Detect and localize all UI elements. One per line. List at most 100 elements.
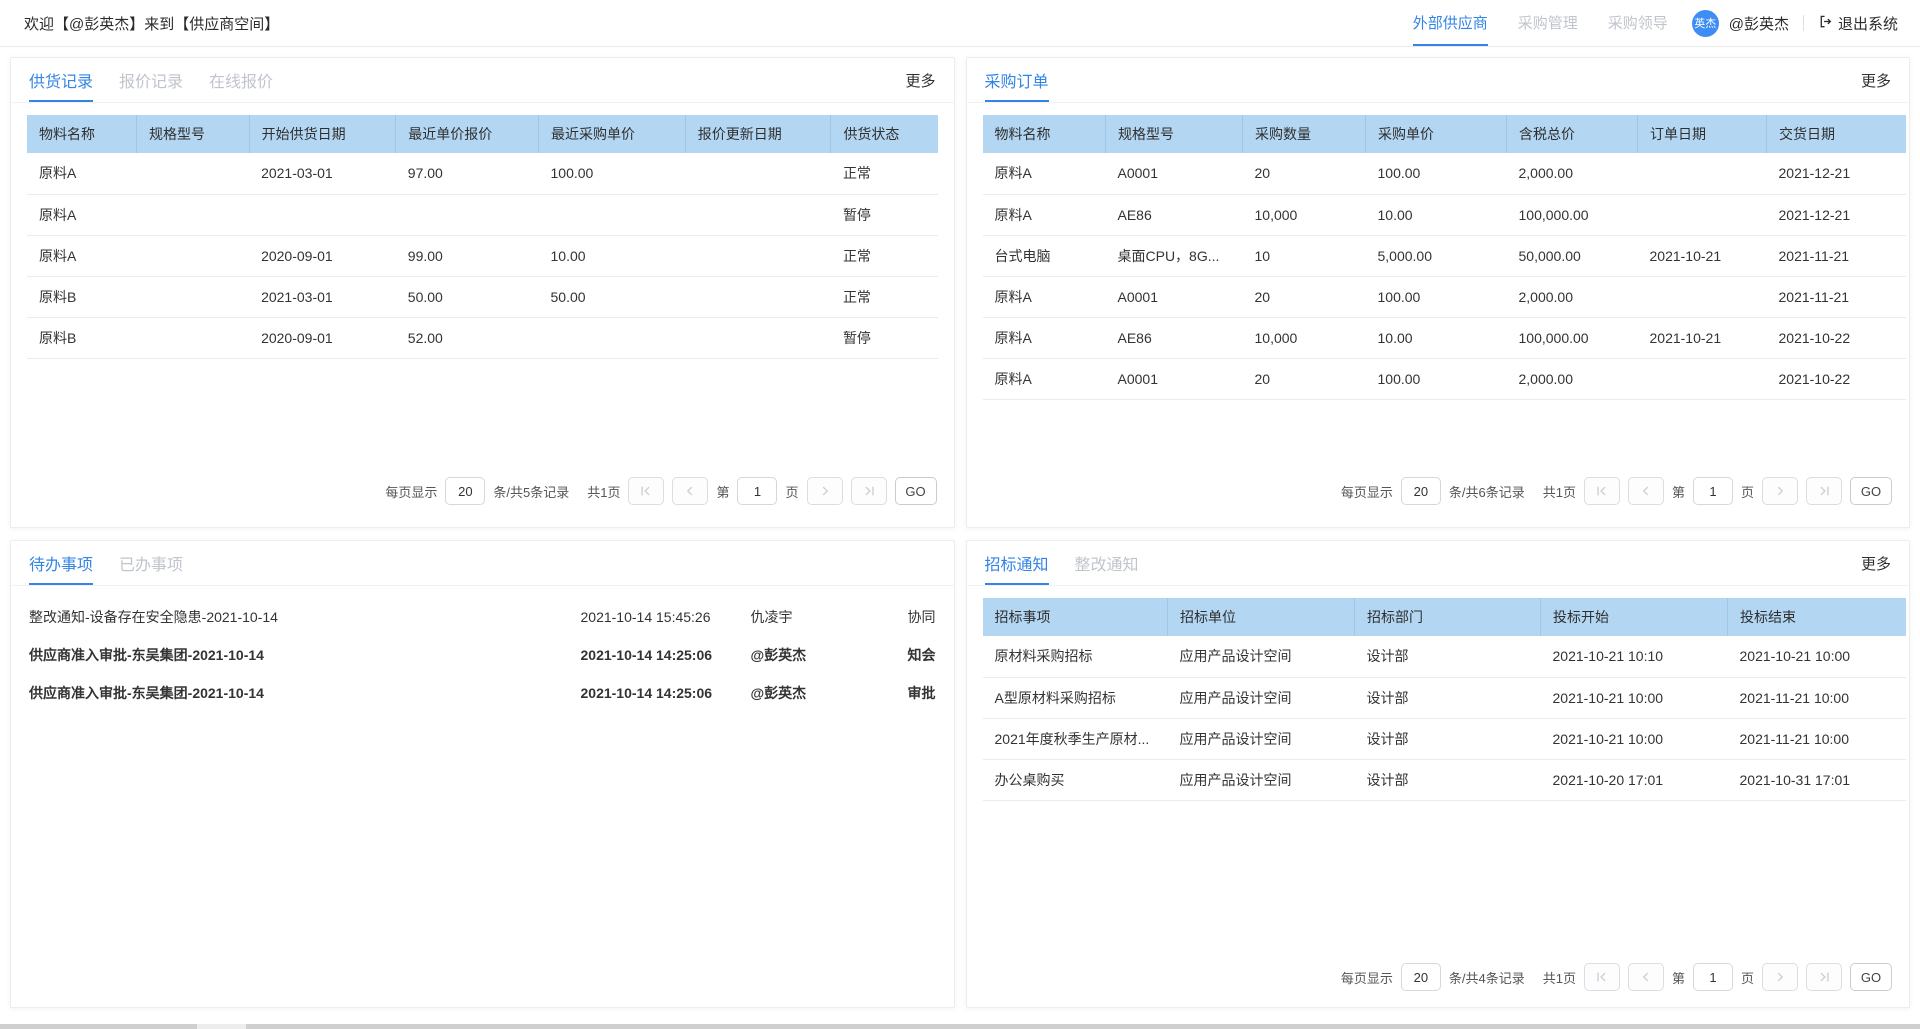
column-header: 投标开始 (1541, 598, 1728, 636)
cell: 2021-03-01 (249, 276, 396, 317)
last-page-button[interactable] (1806, 477, 1842, 505)
nav-item-procurement-leader[interactable]: 采购领导 (1608, 0, 1668, 46)
total-pages-label: 共1页 (1543, 968, 1576, 987)
page-input[interactable] (1693, 477, 1733, 505)
table-row[interactable]: 原料A2020-09-0199.0010.00正常 (27, 235, 938, 276)
bids-pagination: 每页显示 条/共4条记录 共1页 第 页 GO (967, 963, 1910, 991)
cell: 2021-10-22 (1767, 358, 1906, 399)
table-row[interactable]: 原料AA000120100.002,000.002021-12-21 (983, 153, 1906, 194)
todo-action-tag: 审批 (876, 683, 936, 703)
nav-item-external-supplier[interactable]: 外部供应商 (1413, 0, 1488, 46)
cell: 台式电脑 (983, 235, 1106, 276)
cell: 暂停 (831, 317, 938, 358)
bids-table-wrap: 招标事项 招标单位 招标部门 投标开始 投标结束 原材料采购招标应用产品设计空间… (967, 586, 1910, 801)
page-input[interactable] (737, 477, 777, 505)
tab-quote-records[interactable]: 报价记录 (119, 58, 183, 102)
horizontal-scrollbar[interactable] (0, 1024, 1920, 1029)
column-header: 规格型号 (137, 115, 250, 153)
page-prefix-label: 第 (1672, 968, 1685, 987)
total-pages-label: 共1页 (1543, 482, 1576, 501)
table-row[interactable]: 原料AAE8610,00010.00100,000.002021-10-2120… (983, 317, 1906, 358)
tab-supply-records[interactable]: 供货记录 (29, 58, 93, 102)
table-row[interactable]: 原料AAE8610,00010.00100,000.002021-12-21 (983, 194, 1906, 235)
list-item[interactable]: 整改通知-设备存在安全隐患-2021-10-14 2021-10-14 15:4… (29, 598, 936, 636)
records-label: 条/共4条记录 (1449, 968, 1525, 987)
list-item[interactable]: 供应商准入审批-东吴集团-2021-10-14 2021-10-14 14:25… (29, 636, 936, 674)
per-page-input[interactable] (1401, 477, 1441, 505)
column-header: 物料名称 (27, 115, 137, 153)
table-row[interactable]: 原材料采购招标应用产品设计空间设计部2021-10-21 10:102021-1… (983, 636, 1906, 677)
cell: 10.00 (1366, 317, 1507, 358)
table-row[interactable]: A型原材料采购招标应用产品设计空间设计部2021-10-21 10:002021… (983, 677, 1906, 718)
cell: 原料A (27, 194, 137, 235)
column-header: 开始供货日期 (249, 115, 396, 153)
cell: 2020-09-01 (249, 235, 396, 276)
next-page-button[interactable] (807, 477, 843, 505)
cell: 97.00 (396, 153, 539, 194)
cell (685, 276, 831, 317)
tab-rectification-notices[interactable]: 整改通知 (1075, 541, 1139, 585)
go-button[interactable]: GO (1850, 963, 1892, 991)
per-page-input[interactable] (445, 477, 485, 505)
table-row[interactable]: 办公桌购买应用产品设计空间设计部2021-10-20 17:012021-10-… (983, 759, 1906, 800)
go-button[interactable]: GO (1850, 477, 1892, 505)
nav-item-procurement-management[interactable]: 采购管理 (1518, 0, 1578, 46)
cell: 暂停 (831, 194, 938, 235)
tab-purchase-orders[interactable]: 采购订单 (985, 58, 1049, 102)
prev-page-button[interactable] (1628, 477, 1664, 505)
tab-done-items[interactable]: 已办事项 (119, 541, 183, 585)
tab-online-quote[interactable]: 在线报价 (209, 58, 273, 102)
page-suffix-label: 页 (1741, 968, 1754, 987)
welcome-text: 欢迎【@彭英杰】来到【供应商空间】 (24, 13, 279, 34)
prev-page-button[interactable] (672, 477, 708, 505)
cell: 正常 (831, 235, 938, 276)
todo-panel: 待办事项 已办事项 整改通知-设备存在安全隐患-2021-10-14 2021-… (10, 540, 955, 1008)
cell: 100,000.00 (1507, 194, 1638, 235)
cell: 2021-10-22 (1767, 317, 1906, 358)
cell (685, 153, 831, 194)
table-row[interactable]: 原料B2021-03-0150.0050.00正常 (27, 276, 938, 317)
first-page-button[interactable] (1584, 477, 1620, 505)
last-page-button[interactable] (851, 477, 887, 505)
supply-records-panel: 供货记录 报价记录 在线报价 更多 物料名称 规格型号 开始供货日期 最近单价报… (10, 57, 955, 528)
table-row[interactable]: 原料A2021-03-0197.00100.00正常 (27, 153, 938, 194)
table-row[interactable]: 台式电脑桌面CPU，8G...105,000.0050,000.002021-1… (983, 235, 1906, 276)
table-row[interactable]: 2021年度秋季生产原材...应用产品设计空间设计部2021-10-21 10:… (983, 718, 1906, 759)
tab-bid-notices[interactable]: 招标通知 (985, 541, 1049, 585)
cell (1638, 276, 1767, 317)
cell: 2021-10-21 10:00 (1728, 636, 1906, 677)
cell: 2021-11-21 (1767, 276, 1906, 317)
per-page-input[interactable] (1401, 963, 1441, 991)
next-page-button[interactable] (1762, 477, 1798, 505)
table-row[interactable]: 原料AA000120100.002,000.002021-11-21 (983, 276, 1906, 317)
column-header: 物料名称 (983, 115, 1106, 153)
next-page-button[interactable] (1762, 963, 1798, 991)
tab-todo-items[interactable]: 待办事项 (29, 541, 93, 585)
first-page-button[interactable] (628, 477, 664, 505)
last-page-icon (1817, 970, 1831, 984)
cell: 2,000.00 (1507, 358, 1638, 399)
page-input[interactable] (1693, 963, 1733, 991)
column-header: 含税总价 (1507, 115, 1638, 153)
cell: 原料B (27, 317, 137, 358)
table-row[interactable]: 原料A 暂停 (27, 194, 938, 235)
cell: 设计部 (1355, 636, 1541, 677)
table-row[interactable]: 原料AA000120100.002,000.002021-10-22 (983, 358, 1906, 399)
orders-more-link[interactable]: 更多 (1861, 70, 1891, 91)
last-page-button[interactable] (1806, 963, 1842, 991)
go-button[interactable]: GO (895, 477, 937, 505)
first-page-button[interactable] (1584, 963, 1620, 991)
prev-page-button[interactable] (1628, 963, 1664, 991)
logout-label: 退出系统 (1838, 13, 1898, 34)
list-item[interactable]: 供应商准入审批-东吴集团-2021-10-14 2021-10-14 14:25… (29, 674, 936, 712)
table-row[interactable]: 原料B2020-09-0152.00暂停 (27, 317, 938, 358)
logout-button[interactable]: 退出系统 (1818, 13, 1898, 34)
todo-title: 供应商准入审批-东吴集团-2021-10-14 (29, 645, 581, 665)
cell: 50.00 (539, 276, 686, 317)
bids-more-link[interactable]: 更多 (1861, 553, 1891, 574)
supply-more-link[interactable]: 更多 (905, 70, 935, 91)
chevron-left-icon (1639, 970, 1653, 984)
cell: 2021年度秋季生产原材... (983, 718, 1168, 759)
cell (137, 235, 250, 276)
avatar[interactable]: 英杰 (1692, 10, 1719, 37)
